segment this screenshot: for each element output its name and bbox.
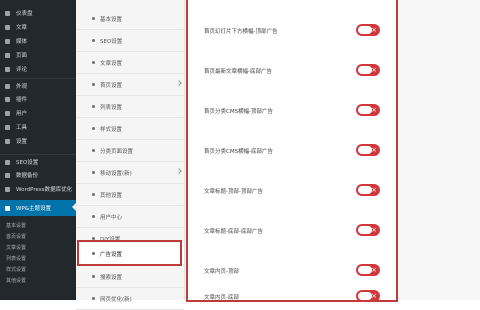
content-gutter [398,0,480,300]
toggle-knob [358,26,372,34]
ad-setting-row: 首页分类CMS横幅-底部广告 × [204,144,384,158]
bullet-icon [92,83,95,86]
bullet-icon [92,39,95,42]
wp-menu-pages[interactable]: 页面 [0,48,76,62]
toggle-knob [358,266,372,274]
wp-menu-tools[interactable]: 工具 [0,120,76,134]
settings-tab-basic[interactable]: 基本设置 [76,8,184,30]
wrench-icon [5,124,10,130]
seo-icon [5,159,10,165]
wp-submenu-home[interactable]: 首页设置 [0,231,76,242]
ad-toggle-switch[interactable]: × [356,144,380,156]
wp-menu-dashboard[interactable]: 仪表盘 [0,6,76,20]
bullet-icon [92,171,95,174]
settings-tab-category[interactable]: 分类页面设置 [76,140,184,162]
bullet-icon [92,17,95,20]
wp-menu-theme-settings[interactable]: WP&主题设置 [0,200,76,216]
close-icon: × [371,106,377,114]
ad-toggle-switch[interactable]: × [356,24,380,36]
bullet-icon [92,127,95,130]
ad-setting-row: 首页分类CMS横幅-顶部广告 × [204,104,384,118]
settings-tab-seo[interactable]: SEO设置 [76,30,184,52]
ad-setting-row: 文章内页-顶部 × [204,264,384,278]
toggle-knob [358,66,372,74]
ad-toggle-switch[interactable]: × [356,184,380,196]
ad-toggle-switch[interactable]: × [356,104,380,116]
settings-tab-style[interactable]: 样式设置 [76,118,184,140]
ad-settings-panel: 首页幻灯片下方横幅-顶部广告 × 首页最新文章横幅-底部广告 × 首页分类CMS… [186,0,398,302]
wp-menu-posts[interactable]: 文章 [0,20,76,34]
close-icon: × [371,66,377,74]
bullet-icon [92,105,95,108]
wp-submenu-other[interactable]: 其他设置 [0,275,76,286]
close-icon: × [371,146,377,154]
close-icon: × [371,186,377,194]
wp-menu-comments[interactable]: 评论 [0,62,76,76]
plugin-icon [5,96,10,102]
gear-icon [5,205,10,211]
settings-tab-other[interactable]: 其他设置 [76,184,184,206]
ad-toggle-switch[interactable]: × [356,224,380,236]
wp-menu-settings[interactable]: 设置 [0,134,76,148]
pin-icon [5,24,10,30]
wp-menu-seo[interactable]: SEO设置 [0,154,76,169]
selected-tab-highlight [77,240,182,266]
toggle-knob [358,146,372,154]
chevron-right-icon [176,80,182,86]
ad-setting-row: 首页幻灯片下方横幅-顶部广告 × [204,24,384,38]
bullet-icon [92,193,95,196]
ad-setting-row: 文章标题-底部-底部广告 × [204,224,384,238]
user-icon [5,110,10,116]
wp-admin-sidebar: 仪表盘 文章 媒体 页面 评论 外观 插件 用户 工具 设置 SEO设置 数据备… [0,0,76,300]
wp-submenu-list[interactable]: 列表设置 [0,253,76,264]
media-icon [5,38,10,44]
settings-tab-home[interactable]: 首页设置 [76,74,184,96]
ad-setting-row: 首页最新文章横幅-底部广告 × [204,64,384,78]
settings-icon [5,138,10,144]
toggle-knob [358,186,372,194]
wp-submenu-post[interactable]: 文章设置 [0,242,76,253]
settings-tab-list[interactable]: 列表设置 [76,96,184,118]
settings-tab-user-center[interactable]: 用户中心 [76,206,184,228]
settings-tab-mobile[interactable]: 移动设置(新) [76,162,184,184]
ad-toggle-switch[interactable]: × [356,264,380,276]
comment-icon [5,66,10,72]
wp-menu-appearance[interactable]: 外观 [0,78,76,93]
bullet-icon [92,149,95,152]
page-icon [5,52,10,58]
ad-setting-row: 文章内页-底部 × [204,290,384,304]
close-icon: × [371,226,377,234]
toggle-knob [358,226,372,234]
wp-menu-backup[interactable]: 数据备份 [0,168,76,182]
chevron-right-icon [176,168,182,174]
settings-tab-search[interactable]: 搜索设置 [76,266,184,288]
dashboard-icon [5,10,10,16]
wp-menu-plugins[interactable]: 插件 [0,92,76,106]
wp-menu-users[interactable]: 用户 [0,106,76,120]
ad-toggle-switch[interactable]: × [356,64,380,76]
ad-toggle-switch[interactable]: × [356,290,380,302]
settings-tab-optimize[interactable]: 网页优化(新) [76,288,184,310]
wp-menu-db-optimize[interactable]: WordPress数据库优化 [0,182,76,196]
database-icon [5,186,10,192]
settings-tab-post[interactable]: 文章设置 [76,52,184,74]
bullet-icon [92,215,95,218]
wp-submenu-basic[interactable]: 基本设置 [0,220,76,231]
wp-menu-media[interactable]: 媒体 [0,34,76,48]
close-icon: × [371,26,377,34]
ad-setting-row: 文章标题-顶部-顶部广告 × [204,184,384,198]
toggle-knob [358,292,372,300]
brush-icon [5,83,10,89]
backup-icon [5,172,10,178]
bullet-icon [92,275,95,278]
toggle-knob [358,106,372,114]
close-icon: × [371,266,377,274]
wp-submenu-style[interactable]: 样式设置 [0,264,76,275]
bullet-icon [92,61,95,64]
